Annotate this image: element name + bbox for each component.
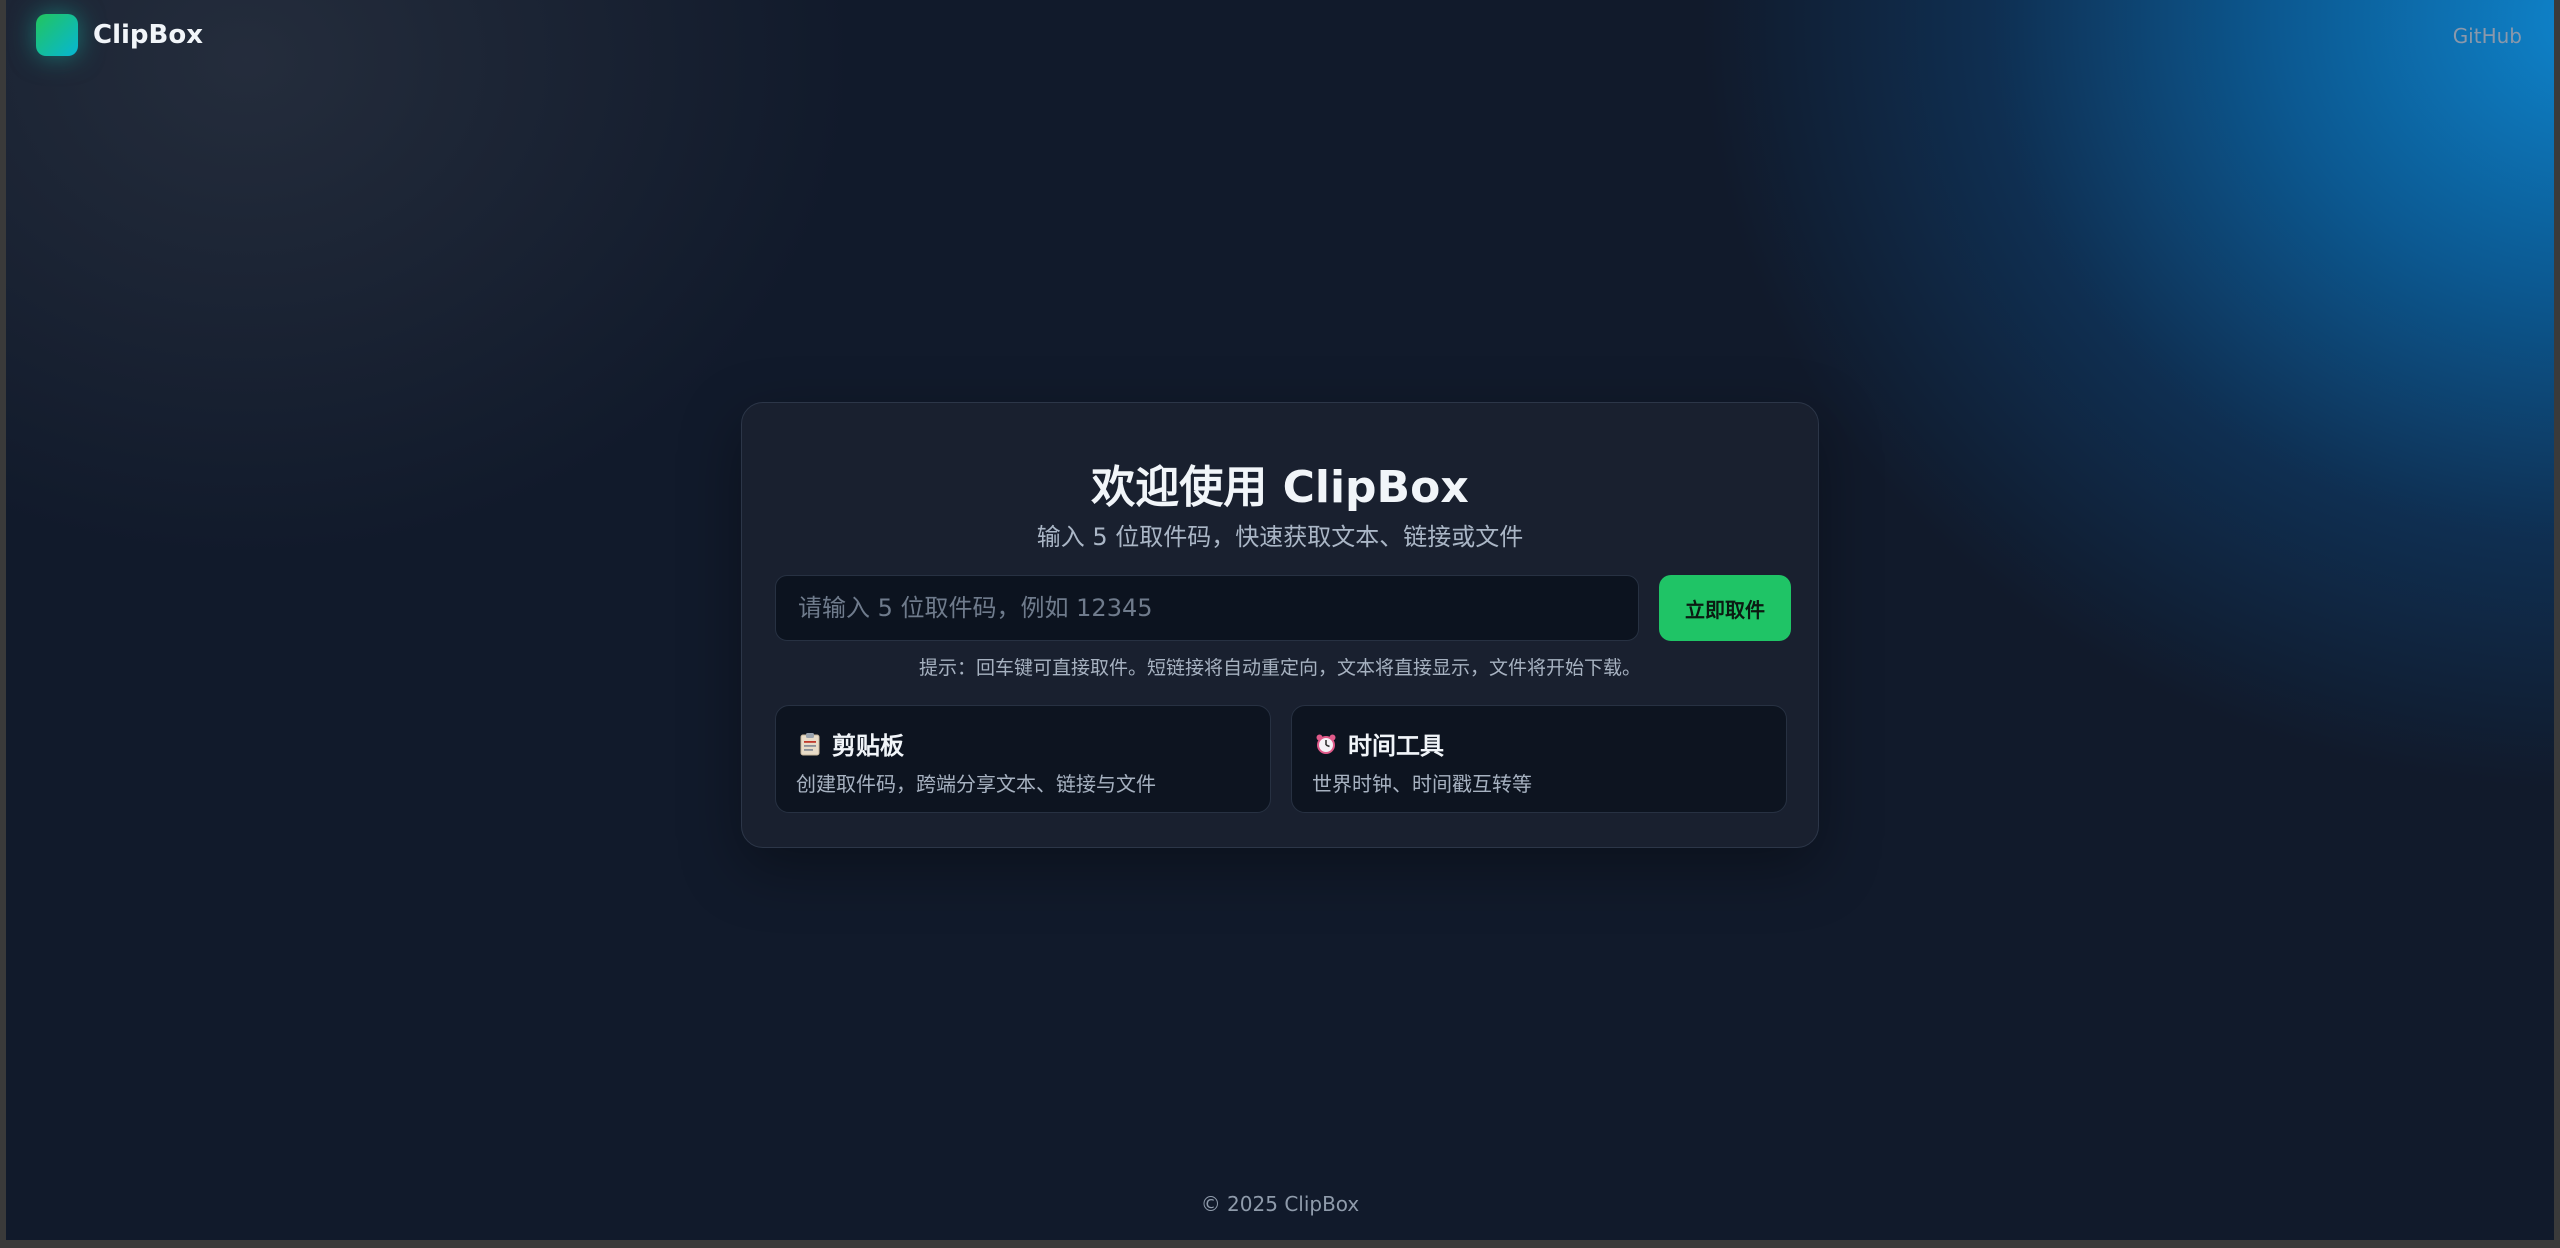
footer-copyright: © 2025 ClipBox: [1200, 1192, 1360, 1216]
top-bar: ClipBox GitHub: [6, 0, 2554, 70]
logo-icon: [36, 14, 78, 56]
hint-text: 提示：回车键可直接取件。短链接将自动重定向，文本将直接显示，文件将开始下载。: [918, 657, 1641, 679]
alarm-clock-icon: [1314, 730, 1338, 758]
brand[interactable]: ClipBox: [36, 14, 203, 56]
page-title: 欢迎使用 ClipBox: [1091, 462, 1469, 513]
pickup-code-input[interactable]: [775, 575, 1639, 641]
tool-card-header: 时间工具: [1314, 726, 1444, 761]
tool-card-description: 创建取件码，跨端分享文本、链接与文件: [796, 772, 1156, 796]
github-link[interactable]: GitHub: [2453, 24, 2522, 48]
tool-card-description: 世界时钟、时间戳互转等: [1312, 772, 1532, 796]
tool-card-title: 时间工具: [1348, 732, 1444, 760]
clipboard-icon: [798, 730, 822, 758]
tool-card-time-tools[interactable]: 时间工具 世界时钟、时间戳互转等: [1291, 705, 1787, 813]
tool-card-title: 剪贴板: [832, 732, 904, 760]
app-viewport: ClipBox GitHub 欢迎使用 ClipBox 输入 5 位取件码，快速…: [6, 0, 2554, 1240]
tool-card-clipboard[interactable]: 剪贴板 创建取件码，跨端分享文本、链接与文件: [775, 705, 1271, 813]
fetch-button[interactable]: 立即取件: [1659, 575, 1791, 641]
page-subtitle: 输入 5 位取件码，快速获取文本、链接或文件: [1036, 523, 1524, 551]
pickup-card: 欢迎使用 ClipBox 输入 5 位取件码，快速获取文本、链接或文件 立即取件…: [741, 402, 1819, 848]
brand-name: ClipBox: [93, 20, 203, 50]
tool-card-header: 剪贴板: [798, 726, 904, 761]
